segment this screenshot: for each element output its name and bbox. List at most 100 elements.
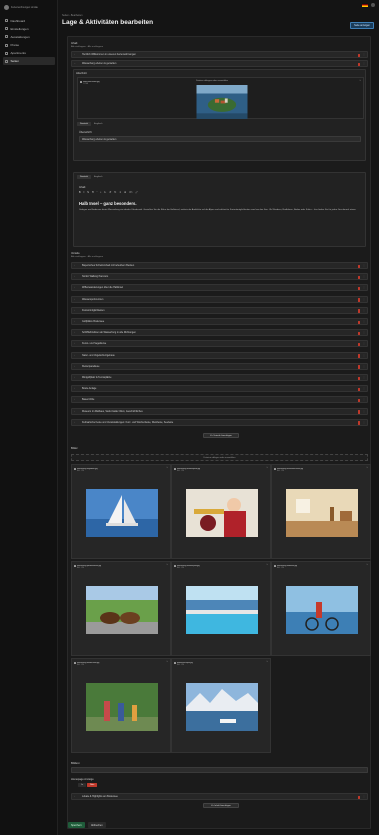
drag-handle-icon[interactable]: ⋮ bbox=[363, 377, 365, 379]
close-icon[interactable]: ✕ bbox=[266, 661, 268, 663]
trash-icon[interactable] bbox=[357, 53, 360, 57]
toolbar-button[interactable]: ↻ bbox=[114, 191, 116, 194]
toolbar-button[interactable]: </> bbox=[129, 191, 132, 194]
activity-row[interactable]: › Wiffenwanderungen über die Halbinsel ⋮ bbox=[71, 284, 368, 292]
tab-englisch[interactable]: Englisch bbox=[91, 175, 105, 179]
content-row[interactable]: ⌄ Wasserburg erleben & genießen ⋮ bbox=[71, 60, 368, 67]
gallery-image-card[interactable]: wasserburg-radfahrer.jpg Bild · JPG ✕ bbox=[271, 561, 371, 656]
gallery-image-card[interactable]: wasserburg-segelboot.jpg Bild · JPG ✕ bbox=[71, 464, 171, 559]
tab-englisch[interactable]: Englisch bbox=[91, 122, 105, 126]
cancel-button[interactable]: Abbrechen bbox=[88, 822, 106, 828]
drag-handle-icon[interactable]: ⋮ bbox=[363, 388, 365, 390]
sidebar-item-preise[interactable]: Preise bbox=[3, 41, 55, 49]
drag-handle-icon[interactable]: ⋮ bbox=[363, 332, 365, 334]
drag-handle-icon[interactable]: ⋮ bbox=[363, 299, 365, 301]
editor-heading[interactable]: Halb Insel – ganz besonders. bbox=[79, 201, 136, 206]
chevron-right-icon[interactable]: › bbox=[74, 366, 75, 368]
activity-row[interactable]: › Natur- und Vogelschutzgebiete ⋮ bbox=[71, 351, 368, 359]
drag-handle-icon[interactable]: ⋮ bbox=[363, 321, 365, 323]
close-icon[interactable]: ✕ bbox=[166, 467, 168, 469]
caption-input[interactable] bbox=[71, 767, 368, 773]
drag-handle-icon[interactable]: ⋮ bbox=[363, 796, 365, 798]
close-icon[interactable]: ✕ bbox=[266, 467, 268, 469]
close-icon[interactable]: ✕ bbox=[359, 80, 361, 82]
chevron-right-icon[interactable]: › bbox=[74, 276, 75, 278]
german-flag-icon[interactable] bbox=[362, 3, 368, 7]
toolbar-button[interactable]: ↺ bbox=[109, 191, 111, 194]
activity-row[interactable]: › Kulinarische Feste und Veranstaltungen:… bbox=[71, 418, 368, 426]
gallery-image-card[interactable]: wasserburg-familie-wald.jpg Bild · JPG ✕ bbox=[71, 658, 171, 753]
chevron-right-icon[interactable]: › bbox=[74, 321, 75, 323]
trash-icon[interactable] bbox=[357, 387, 360, 392]
activity-row[interactable]: › Golfplätze Bodensee ⋮ bbox=[71, 318, 368, 325]
close-icon[interactable]: ✕ bbox=[266, 564, 268, 566]
activity-row[interactable]: › Kletterparadiese ⋮ bbox=[71, 362, 368, 370]
sidebar-item-ausstattungen[interactable]: Ausstattungen bbox=[3, 33, 55, 41]
drag-handle-icon[interactable]: ⋮ bbox=[363, 355, 365, 357]
drag-handle-icon[interactable]: ⋮ bbox=[363, 265, 365, 267]
logo[interactable]: Ferienwohnungen Lindau bbox=[4, 4, 38, 11]
chevron-right-icon[interactable]: › bbox=[74, 54, 75, 56]
activity-row[interactable]: › Schifffahrtslinien ab Wasserburg in all… bbox=[71, 329, 368, 337]
toolbar-button[interactable]: 1. bbox=[104, 191, 106, 194]
toolbar-button[interactable]: H bbox=[92, 191, 94, 194]
chevron-right-icon[interactable]: › bbox=[74, 796, 75, 798]
content-row[interactable]: › Herzlich Willkommen in unseren Ferienw… bbox=[71, 51, 368, 58]
activity-row[interactable]: › Museum im Malhaus, Sankt Galler Wein, G… bbox=[71, 407, 368, 415]
trash-icon[interactable] bbox=[357, 795, 360, 799]
close-icon[interactable]: ✕ bbox=[166, 661, 168, 663]
sidebar-item-seiten[interactable]: Seiten bbox=[3, 57, 55, 66]
gallery-image-card[interactable]: bodensee-alpen.jpg Bild · JPG ✕ bbox=[171, 658, 271, 753]
drag-handle-icon[interactable]: ⋮ bbox=[363, 276, 365, 278]
trash-icon[interactable] bbox=[357, 320, 360, 324]
gallery-image-card[interactable]: wasserburg-pferdekutsche.jpg Bild · JPG ✕ bbox=[71, 561, 171, 656]
activity-row[interactable]: › Bayerisches Schwimmbad mit beheiztem Be… bbox=[71, 262, 368, 269]
chevron-right-icon[interactable]: › bbox=[74, 399, 75, 401]
heading-input[interactable]: Wasserburg erleben & genießen bbox=[79, 136, 361, 142]
user-avatar[interactable] bbox=[371, 3, 375, 7]
chevron-right-icon[interactable]: › bbox=[74, 355, 75, 357]
sidebar-item-apartments[interactable]: Apartments bbox=[3, 49, 55, 57]
activity-row[interactable]: › Bauernhöfe ⋮ bbox=[71, 396, 368, 404]
save-button[interactable]: Speichern bbox=[68, 822, 85, 828]
close-icon[interactable]: ✕ bbox=[366, 564, 368, 566]
chevron-right-icon[interactable]: › bbox=[74, 377, 75, 379]
activity-row[interactable]: › Boule-Anlage ⋮ bbox=[71, 385, 368, 393]
editor-paragraph[interactable]: Gelegen am Bodensee bietet Wasserburg ei… bbox=[79, 209, 361, 212]
collapse-controls[interactable]: Alle einklappen · Alle ausklappen bbox=[71, 256, 103, 258]
drag-handle-icon[interactable]: ⋮ bbox=[363, 343, 365, 345]
trash-icon[interactable] bbox=[357, 264, 360, 268]
trash-icon[interactable] bbox=[357, 309, 360, 313]
hero-image-card[interactable]: hotel-insel-lindau.jpg 1.2 MB ✕ Dateien … bbox=[77, 77, 364, 119]
tab-deutsch[interactable]: Deutsch bbox=[77, 122, 92, 126]
drag-handle-icon[interactable]: ⋮ bbox=[363, 399, 365, 401]
toolbar-button[interactable]: ⤢ bbox=[136, 191, 138, 194]
sidebar-item-dashboard[interactable]: Dashboard bbox=[3, 17, 55, 25]
chevron-right-icon[interactable]: › bbox=[74, 388, 75, 390]
trash-icon[interactable] bbox=[357, 398, 360, 403]
content-row[interactable]: › Lokale & Highlights am Bodensee ⋮ bbox=[71, 793, 368, 800]
add-content-button[interactable]: Zu Inhalt hinzufügen bbox=[203, 803, 239, 808]
drag-handle-icon[interactable]: ⋮ bbox=[363, 287, 365, 289]
activity-row[interactable]: › Minigolfplatz & Tennisplätze ⋮ bbox=[71, 374, 368, 381]
chevron-right-icon[interactable]: › bbox=[74, 422, 75, 424]
toolbar-button[interactable]: I bbox=[84, 191, 85, 194]
add-activity-button[interactable]: Zu Vorteile hinzufügen bbox=[203, 433, 239, 438]
trash-icon[interactable] bbox=[357, 331, 360, 336]
trash-icon[interactable] bbox=[357, 62, 360, 66]
close-icon[interactable]: ✕ bbox=[366, 467, 368, 469]
toggle-yes[interactable]: Ja bbox=[78, 783, 87, 787]
chevron-right-icon[interactable]: › bbox=[74, 299, 75, 301]
drag-handle-icon[interactable]: ⋮ bbox=[363, 63, 365, 65]
trash-icon[interactable] bbox=[357, 365, 360, 369]
toolbar-button[interactable]: B bbox=[79, 191, 81, 194]
activity-row[interactable]: › Nordic Walking Parcours ⋮ bbox=[71, 273, 368, 281]
trash-icon[interactable] bbox=[357, 376, 360, 380]
toolbar-button[interactable]: “ bbox=[97, 191, 98, 194]
activity-row[interactable]: › Kunst- und Segelkurse ⋮ bbox=[71, 340, 368, 348]
drag-handle-icon[interactable]: ⋮ bbox=[363, 422, 365, 424]
drag-handle-icon[interactable]: ⋮ bbox=[363, 366, 365, 368]
tab-deutsch[interactable]: Deutsch bbox=[77, 175, 92, 179]
gallery-image-card[interactable]: wasserburg-musikkapelle.jpg Bild · JPG ✕ bbox=[171, 464, 271, 559]
view-page-button[interactable]: Seite anzeigen bbox=[350, 22, 374, 29]
